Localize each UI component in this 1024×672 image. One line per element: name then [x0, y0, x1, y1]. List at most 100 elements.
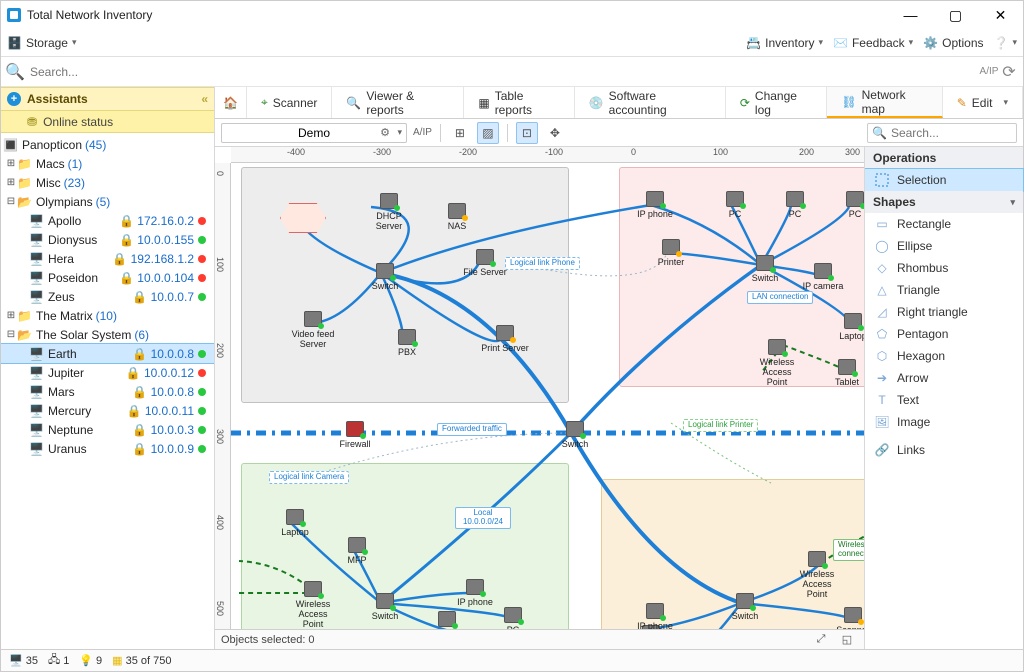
- node-ipphone-p[interactable]: IP phone: [629, 191, 681, 219]
- snap-icon[interactable]: ⊡: [516, 122, 538, 144]
- node-ipcamera[interactable]: IP camera: [797, 263, 849, 291]
- tab-software[interactable]: 💿Software accounting: [575, 87, 726, 118]
- op-links[interactable]: 🔗 Links: [865, 439, 1023, 461]
- device-tree[interactable]: 🔳 Panopticon (45) ⊞ 📁 Macs (1) ⊞ 📁 Misc …: [1, 133, 214, 649]
- node-ipphone-g1[interactable]: IP phone: [421, 611, 473, 629]
- tab-changelog[interactable]: ⟳Change log: [726, 87, 828, 118]
- node-ipphone-o1[interactable]: IP phone: [629, 603, 681, 629]
- shapes-header[interactable]: Shapes ▾: [865, 191, 1023, 213]
- tree-item[interactable]: 🖥️Mars🔒 10.0.0.8: [1, 382, 214, 401]
- node-fileserver[interactable]: File Server: [459, 249, 511, 277]
- expand-icon[interactable]: ⊞: [5, 177, 17, 188]
- window-maximize[interactable]: ▢: [933, 1, 978, 29]
- tree-item[interactable]: 🖥️Apollo🔒 172.16.0.2: [1, 211, 214, 230]
- tree-matrix[interactable]: ⊞ 📁 The Matrix (10): [1, 306, 214, 325]
- map-select-dropdown[interactable]: Demo ⚙ ▾: [221, 123, 407, 143]
- node-pc-p2[interactable]: PC: [769, 191, 821, 219]
- node-pc-p3[interactable]: PC: [829, 191, 864, 219]
- options-menu[interactable]: ⚙️ Options: [923, 36, 983, 50]
- node-wap-g[interactable]: Wireless Access Point: [287, 581, 339, 629]
- guides-icon[interactable]: ▨: [477, 122, 499, 144]
- node-switch-g[interactable]: Switch: [359, 593, 411, 621]
- node-switch-1[interactable]: Switch: [359, 263, 411, 291]
- tree-solar[interactable]: ⊟ 📂 The Solar System (6): [1, 325, 214, 344]
- tab-edit[interactable]: ✎Edit▾: [943, 87, 1023, 118]
- tab-scanner[interactable]: ⌖Scanner: [247, 87, 332, 118]
- label-wireless-conn[interactable]: Wireless connection: [833, 539, 864, 561]
- node-switch-p[interactable]: Switch: [739, 255, 791, 283]
- move-icon[interactable]: ✥: [544, 122, 566, 144]
- assistants-online-status[interactable]: ⛃ Online status: [1, 111, 214, 133]
- node-firewall[interactable]: Firewall: [329, 421, 381, 449]
- node-laptop-p[interactable]: Laptop: [827, 313, 864, 341]
- tree-item[interactable]: 🖥️Mercury🔒 10.0.0.11: [1, 401, 214, 420]
- assistants-header[interactable]: + Assistants «: [1, 87, 214, 111]
- shape-ellipse[interactable]: ◯Ellipse: [865, 235, 1023, 257]
- tree-item[interactable]: 🖥️Dionysus🔒 10.0.0.155: [1, 230, 214, 249]
- sb-servers[interactable]: 🖧1: [48, 651, 69, 670]
- shape-pentagon[interactable]: ⬠Pentagon: [865, 323, 1023, 345]
- node-switch-o[interactable]: Switch: [719, 593, 771, 621]
- window-close[interactable]: ✕: [978, 1, 1023, 29]
- tree-macs[interactable]: ⊞ 📁 Macs (1): [1, 154, 214, 173]
- tree-misc[interactable]: ⊞ 📁 Misc (23): [1, 173, 214, 192]
- node-domain-controller[interactable]: Domain Controller: [277, 203, 329, 227]
- tree-item[interactable]: 🖥️Poseidon🔒 10.0.0.104: [1, 268, 214, 287]
- shape-text[interactable]: TText: [865, 389, 1023, 411]
- filter-ip-icon[interactable]: A/IP: [981, 64, 997, 80]
- collapse-icon[interactable]: ⊟: [5, 196, 17, 207]
- collapse-icon[interactable]: ⊟: [5, 329, 17, 340]
- aip-toggle[interactable]: A/IP: [413, 127, 432, 138]
- tree-item[interactable]: 🖥️Neptune🔒 10.0.0.3: [1, 420, 214, 439]
- gear-icon[interactable]: ⚙: [380, 126, 390, 139]
- sb-computers[interactable]: 🖥️35: [9, 654, 38, 667]
- node-videofeed[interactable]: Video feed Server: [287, 311, 339, 349]
- sidebar-search-input[interactable]: [27, 62, 977, 82]
- tree-item[interactable]: 🖥️Jupiter🔒 10.0.0.12: [1, 363, 214, 382]
- node-switch-c[interactable]: Switch: [549, 421, 601, 449]
- zoom-actual-icon[interactable]: ◱: [836, 629, 858, 650]
- tree-item[interactable]: 🖥️Hera🔒 192.168.1.2: [1, 249, 214, 268]
- collapse-icon[interactable]: «: [201, 92, 208, 106]
- node-mfp[interactable]: MFP: [331, 537, 383, 565]
- node-tablet-p[interactable]: Tablet: [821, 359, 864, 387]
- tab-viewer[interactable]: 🔍Viewer & reports: [332, 87, 464, 118]
- tab-home[interactable]: 🏠: [215, 87, 247, 118]
- network-map-canvas[interactable]: Domain Controller DHCP Server NAS Switch…: [231, 163, 864, 629]
- feedback-menu[interactable]: ✉️ Feedback ▾: [833, 36, 913, 50]
- node-pc-g1[interactable]: PC: [487, 607, 539, 629]
- label-logical-phone[interactable]: Logical link Phone: [505, 257, 580, 270]
- label-local[interactable]: Local 10.0.0.0/24: [455, 507, 511, 529]
- plus-icon[interactable]: +: [7, 92, 21, 106]
- shape-rhombus[interactable]: ◇Rhombus: [865, 257, 1023, 279]
- shape-triangle[interactable]: △Triangle: [865, 279, 1023, 301]
- op-selection[interactable]: Selection: [864, 168, 1024, 192]
- grid-icon[interactable]: ⊞: [449, 122, 471, 144]
- label-logical-camera[interactable]: Logical link Camera: [269, 471, 349, 484]
- tab-table[interactable]: ▦Table reports: [464, 87, 574, 118]
- shape-rectangle[interactable]: ▭Rectangle: [865, 213, 1023, 235]
- node-pc-p1[interactable]: PC: [709, 191, 761, 219]
- node-wap-p[interactable]: Wireless Access Point: [751, 339, 803, 387]
- inventory-menu[interactable]: 📇 Inventory ▾: [746, 36, 823, 50]
- tab-network-map[interactable]: ⛓Network map: [827, 87, 942, 118]
- window-minimize[interactable]: —: [888, 1, 933, 29]
- node-nas[interactable]: NAS: [431, 203, 483, 231]
- tree-root[interactable]: 🔳 Panopticon (45): [1, 135, 214, 154]
- shape-right-triangle[interactable]: ◿Right triangle: [865, 301, 1023, 323]
- storage-menu[interactable]: 🗄️ Storage ▾: [7, 36, 77, 50]
- help-icon[interactable]: ❔▾: [994, 36, 1017, 50]
- tree-item[interactable]: 🖥️Uranus🔒 10.0.0.9: [1, 439, 214, 458]
- node-scanner[interactable]: Scanner: [827, 607, 864, 629]
- label-logical-printer[interactable]: Logical link Printer: [683, 419, 758, 432]
- node-printserver[interactable]: Print Server: [479, 325, 531, 353]
- node-dhcp[interactable]: DHCP Server: [363, 193, 415, 231]
- shape-image[interactable]: 🖼Image: [865, 411, 1023, 433]
- sb-other[interactable]: 💡9: [79, 654, 102, 667]
- tree-item[interactable]: 🖥️Earth🔒 10.0.0.8: [1, 344, 214, 363]
- node-pbx[interactable]: PBX: [381, 329, 433, 357]
- tree-olympians[interactable]: ⊟ 📂 Olympians (5): [1, 192, 214, 211]
- map-search[interactable]: 🔍: [867, 123, 1017, 143]
- label-forwarded[interactable]: Forwarded traffic: [437, 423, 507, 436]
- node-printer-p[interactable]: Printer: [645, 239, 697, 267]
